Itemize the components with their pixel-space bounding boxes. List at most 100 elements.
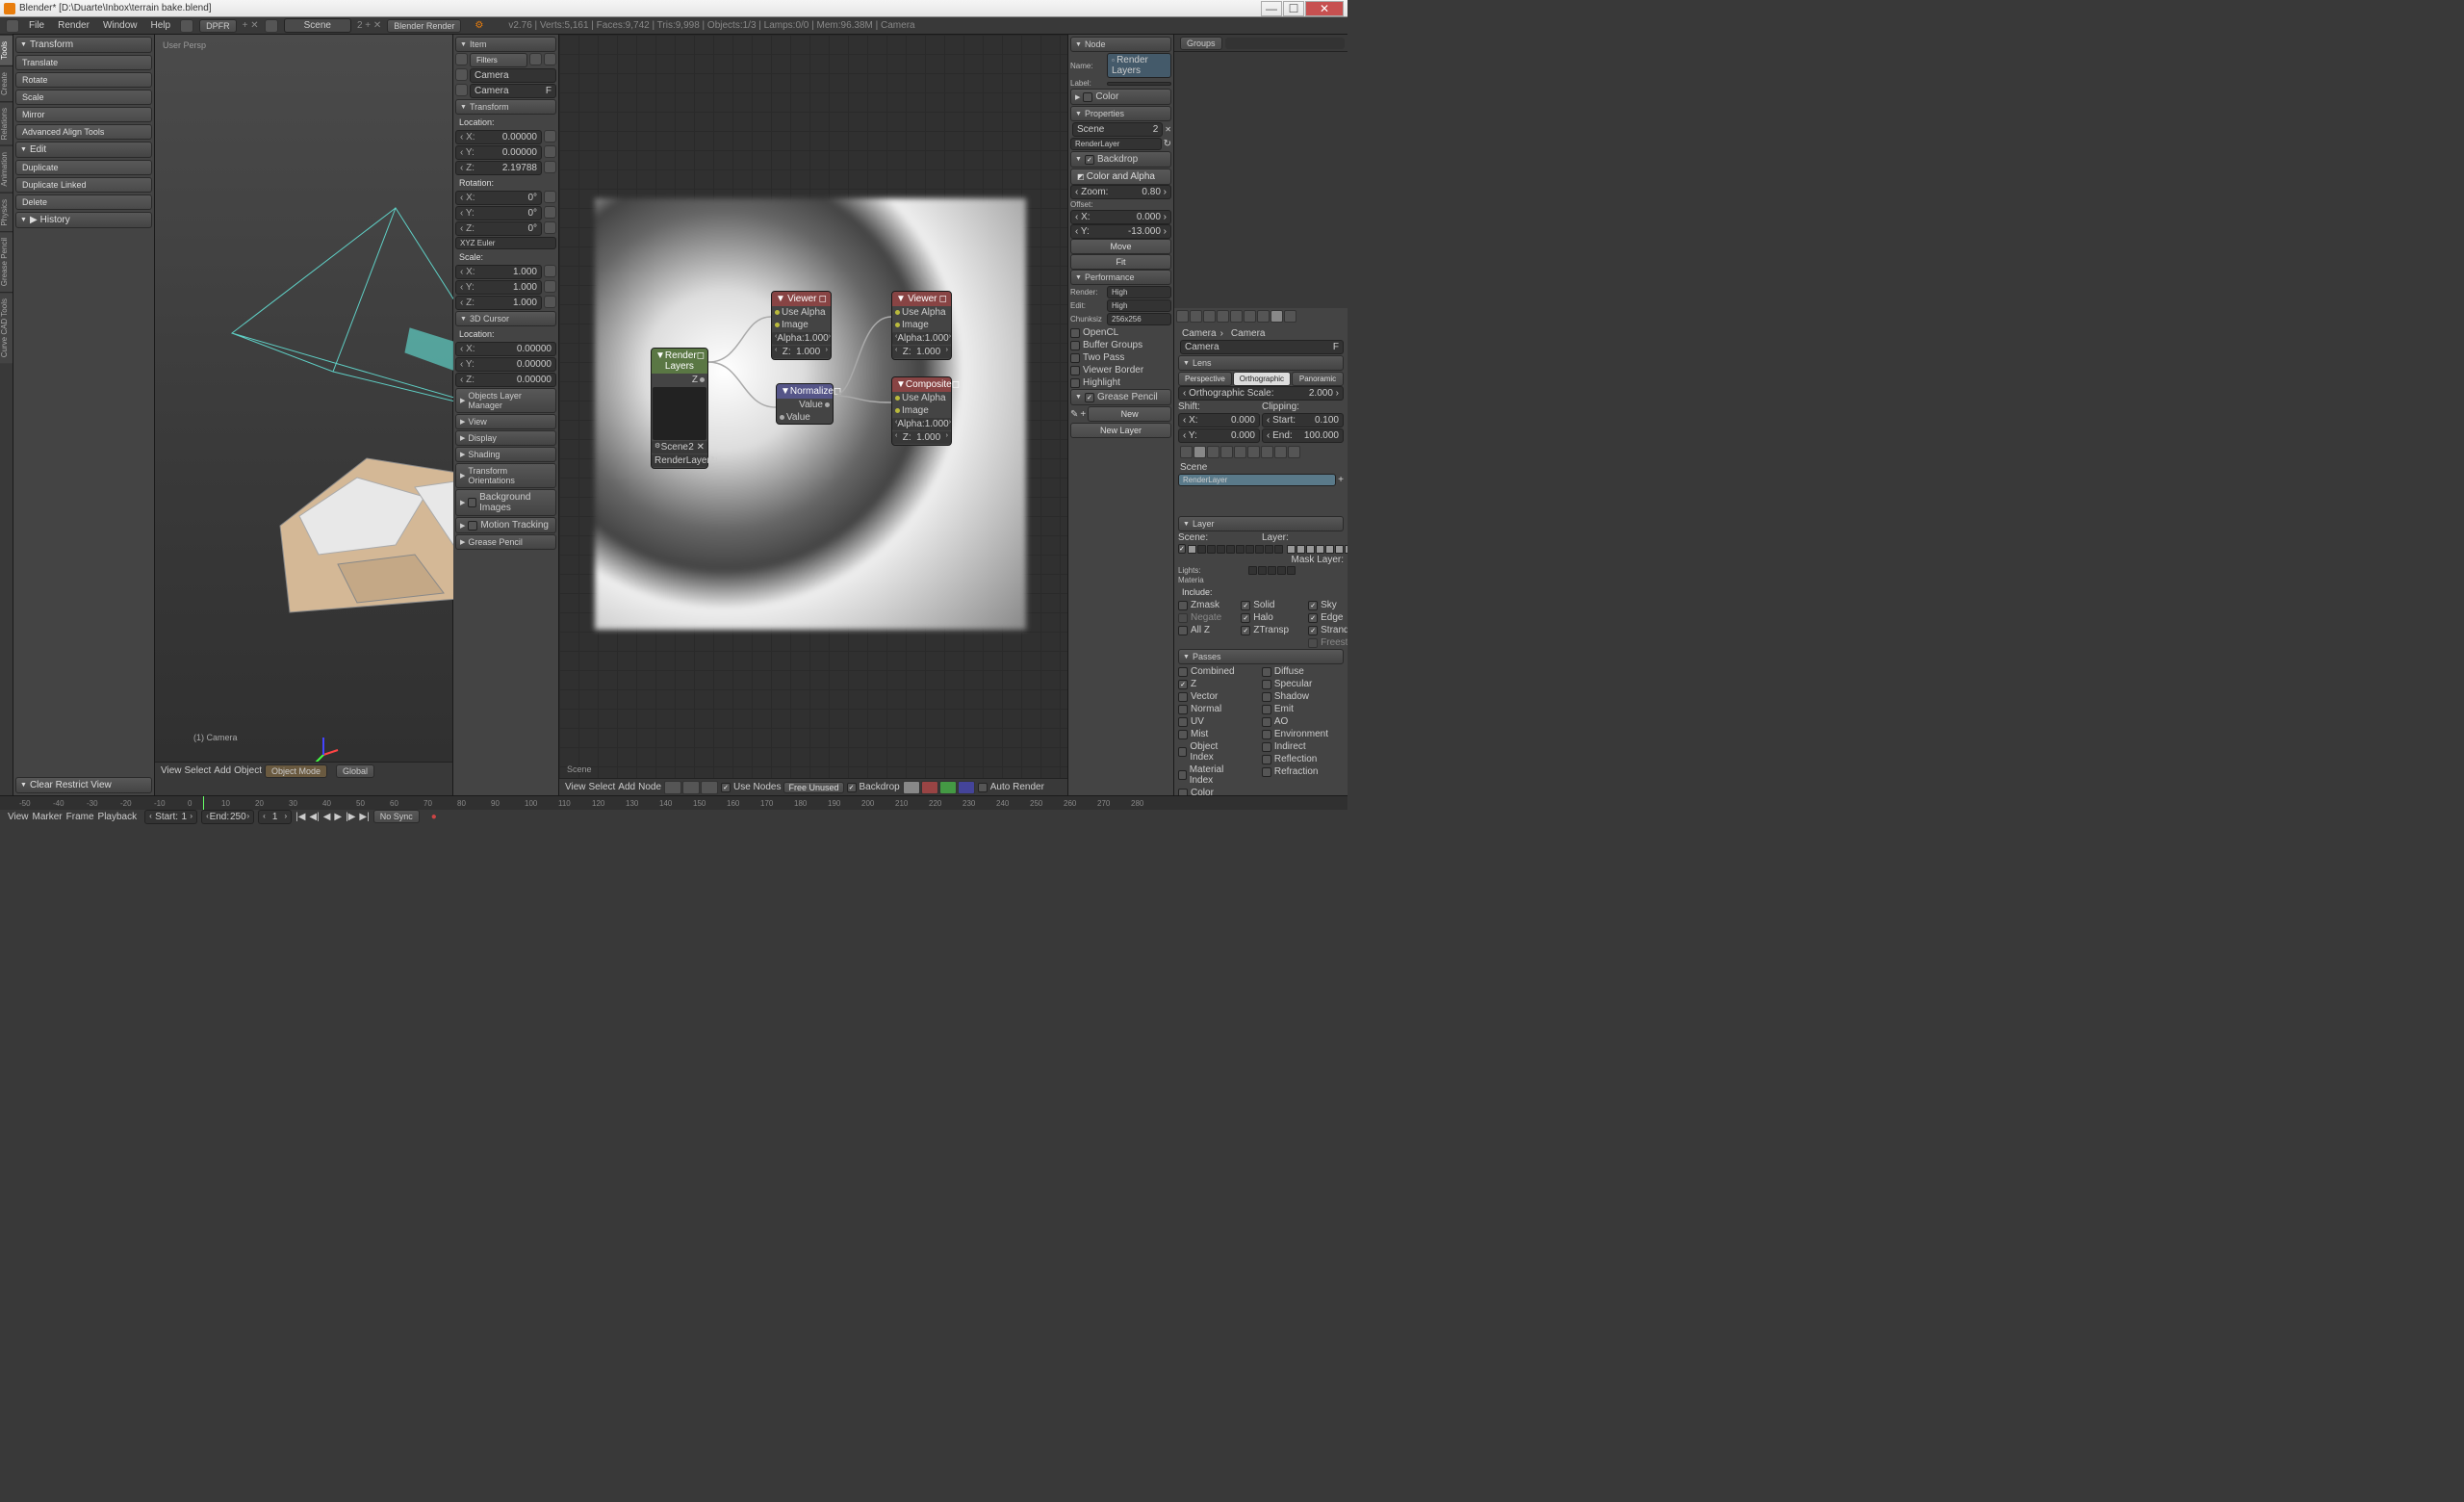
node-label-field[interactable] (1107, 82, 1171, 86)
move-button[interactable]: Move (1070, 239, 1171, 254)
use-alpha-socket[interactable]: Use Alpha (892, 306, 951, 319)
duplicate-linked-button[interactable]: Duplicate Linked (15, 177, 152, 193)
translate-button[interactable]: Translate (15, 55, 152, 70)
context-constraint-icon[interactable] (1244, 310, 1256, 323)
color-alpha-button[interactable]: ◩ Color and Alpha (1070, 168, 1171, 185)
color-hdr[interactable]: Color (1070, 89, 1171, 105)
lock-icon[interactable] (544, 161, 556, 173)
cur-x[interactable]: ‹ X:0.00000 (455, 342, 556, 356)
exclude-icon[interactable] (1334, 667, 1344, 677)
sca-x[interactable]: ‹ X:1.000 (455, 265, 542, 279)
object-menu[interactable]: Object (234, 765, 262, 776)
filters-btn[interactable]: Filters (470, 53, 527, 67)
pass-cb[interactable] (1262, 692, 1271, 702)
alpha-field[interactable]: ‹ Alpha:1.000 › (892, 418, 951, 430)
context-layers-icon[interactable] (1190, 310, 1202, 323)
pass-cb[interactable] (1262, 717, 1271, 727)
cur-z[interactable]: ‹ Z:0.00000 (455, 373, 556, 387)
camera-obj[interactable]: Camera (470, 68, 556, 83)
new-layer-button[interactable]: New Layer (1070, 423, 1171, 438)
node-editor[interactable]: ▼ Render Layers ◻ Z ⚙ Scene2 ✕ RenderLay… (559, 35, 1068, 795)
pass-cb[interactable] (1178, 705, 1188, 714)
delete-button[interactable]: Delete (15, 194, 152, 210)
tl-marker-menu[interactable]: Marker (33, 812, 63, 822)
tree-type-icon[interactable] (701, 781, 718, 794)
select-menu[interactable]: Select (185, 765, 212, 776)
lock-icon[interactable] (544, 206, 556, 219)
camera-datablock[interactable]: Camera F (1180, 340, 1344, 354)
mirror-button[interactable]: Mirror (15, 107, 152, 122)
node-header[interactable]: ▼ Render Layers ◻ (652, 349, 707, 374)
use-alpha-socket[interactable]: Use Alpha (772, 306, 831, 319)
playhead[interactable] (203, 796, 204, 810)
lock-icon[interactable] (544, 221, 556, 234)
sky-cb[interactable] (1308, 601, 1318, 610)
lock-icon[interactable] (544, 191, 556, 203)
viewport-canvas[interactable]: User Persp (155, 35, 452, 762)
play-icon[interactable]: ▶ (334, 812, 342, 822)
scene-field[interactable]: ⚙ Scene2 ✕ (652, 441, 707, 453)
ne-view-menu[interactable]: View (565, 782, 586, 792)
render-quality[interactable]: High (1107, 286, 1171, 298)
transform-header[interactable]: Transform (15, 37, 152, 53)
layer-field[interactable]: RenderLayer↻ (652, 454, 707, 467)
exclude-icon[interactable] (1334, 742, 1344, 752)
exclude-icon[interactable] (1245, 692, 1254, 702)
pass-cb[interactable] (1178, 789, 1188, 795)
loc-x[interactable]: ‹ X:0.00000 (455, 130, 542, 144)
tab-create[interactable]: Create (0, 65, 13, 101)
renderlayer-field[interactable]: RenderLayer (1070, 138, 1162, 150)
start-frame[interactable]: ‹ Start: 1 › (144, 810, 197, 824)
allz-cb[interactable] (1178, 626, 1188, 635)
ctx-icon[interactable] (1220, 446, 1233, 458)
keyframe-next-icon[interactable]: |▶ (346, 812, 355, 822)
jump-start-icon[interactable]: |◀ (295, 812, 305, 822)
view-header[interactable]: View (455, 414, 556, 429)
pass-cb[interactable] (1262, 680, 1271, 689)
scene-selector[interactable]: Scene (284, 18, 351, 33)
perf-hdr[interactable]: Performance (1070, 270, 1171, 285)
context-data-icon[interactable] (1270, 310, 1283, 323)
exclude-icon[interactable] (1334, 755, 1344, 764)
use-nodes-checkbox[interactable] (721, 783, 731, 792)
pass-cb[interactable] (1262, 667, 1271, 677)
tab-animation[interactable]: Animation (0, 145, 13, 193)
edit-quality[interactable]: High (1107, 299, 1171, 312)
offset-x[interactable]: ‹ X:0.000 › (1070, 210, 1171, 224)
viewerborder-checkbox[interactable] (1070, 366, 1080, 376)
pass-cb[interactable] (1178, 692, 1188, 702)
tree-type-icon[interactable] (664, 781, 681, 794)
tree-type-icon[interactable] (682, 781, 700, 794)
jump-end-icon[interactable]: ▶| (359, 812, 369, 822)
renderlayer-active[interactable]: RenderLayer (1178, 474, 1336, 486)
last-op-header[interactable]: Clear Restrict View (15, 777, 152, 793)
rot-x[interactable]: ‹ X:0° (455, 191, 542, 205)
layer-hdr[interactable]: Layer (1178, 516, 1344, 531)
ctx-icon[interactable] (1207, 446, 1219, 458)
bg-checkbox[interactable] (468, 498, 476, 507)
context-object-icon[interactable] (1230, 310, 1243, 323)
keyframe-prev-icon[interactable]: ◀| (309, 812, 319, 822)
lock-icon[interactable] (544, 145, 556, 158)
to-header[interactable]: Transform Orientations (455, 463, 556, 488)
pano-button[interactable]: Panoramic (1292, 372, 1344, 386)
persp-button[interactable]: Perspective (1178, 372, 1232, 386)
mt-header[interactable]: Motion Tracking (455, 517, 556, 533)
cursor-header[interactable]: 3D Cursor (455, 311, 556, 326)
shift-y[interactable]: ‹ Y:0.000 (1178, 428, 1260, 443)
tl-frame-menu[interactable]: Frame (66, 812, 94, 822)
pin-icon[interactable] (455, 53, 468, 65)
tab-relations[interactable]: Relations (0, 101, 13, 145)
bg-header[interactable]: Background Images (455, 489, 556, 516)
render-engine[interactable]: Blender Render (387, 19, 461, 33)
tl-playback-menu[interactable]: Playback (98, 812, 138, 822)
backdrop-checkbox[interactable] (847, 783, 857, 792)
ctx-icon[interactable] (1194, 446, 1206, 458)
context-render-icon[interactable] (1176, 310, 1189, 323)
value-out[interactable]: Value (777, 399, 833, 411)
alpha-field[interactable]: ‹ Alpha:1.000 › (892, 332, 951, 345)
loc-z[interactable]: ‹ Z:2.19788 (455, 161, 542, 175)
camera-data-icon[interactable] (455, 84, 468, 96)
current-frame[interactable]: ‹ 1 › (258, 810, 292, 824)
adv-align-button[interactable]: Advanced Align Tools (15, 124, 152, 140)
